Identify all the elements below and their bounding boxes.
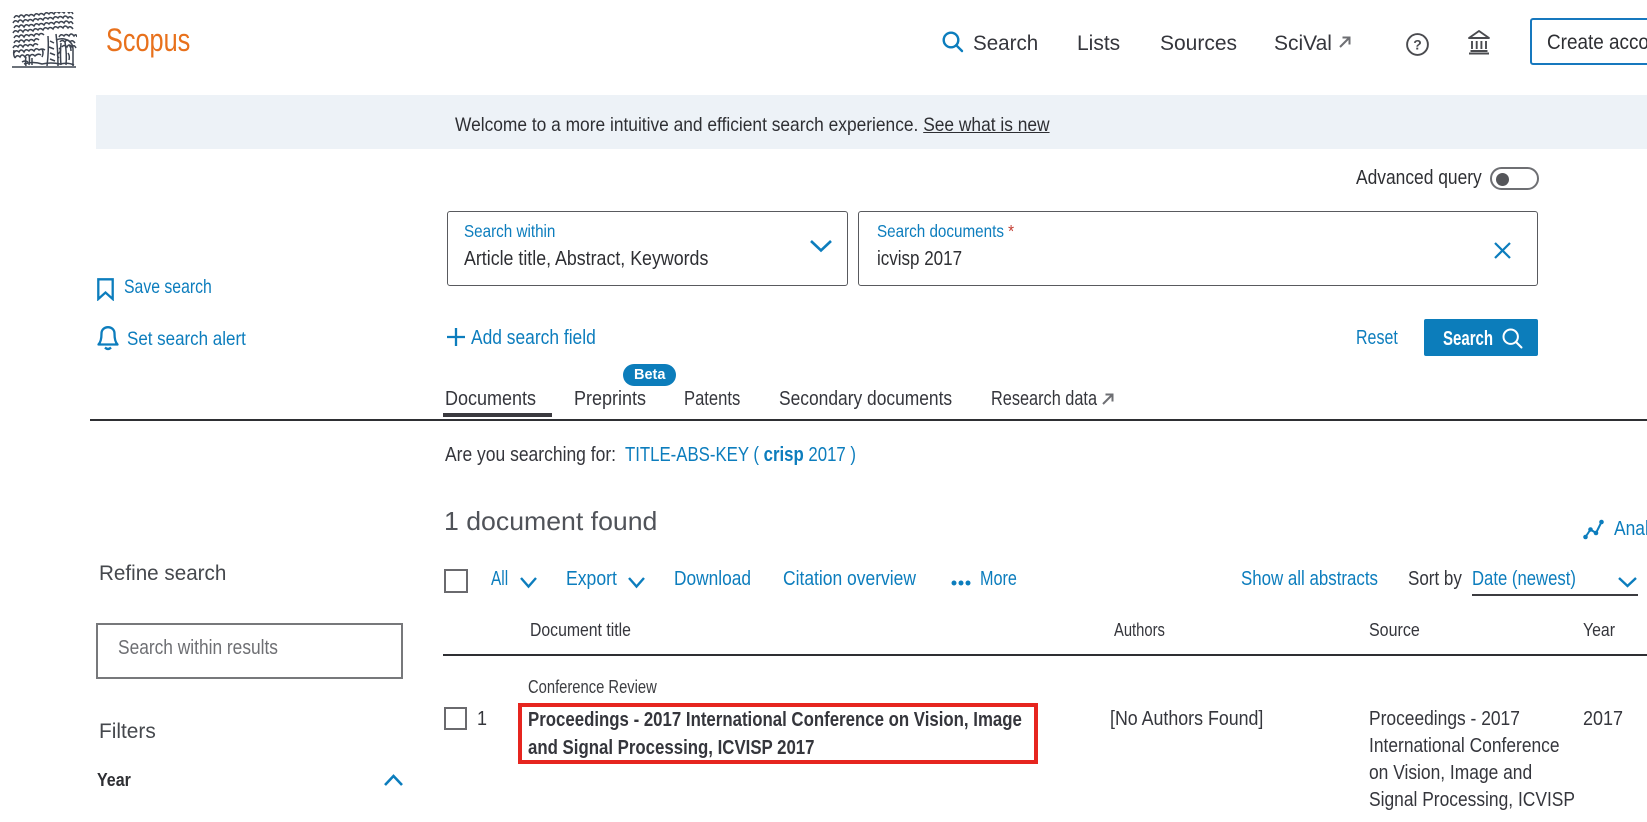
svg-text:?: ? xyxy=(1413,37,1422,53)
